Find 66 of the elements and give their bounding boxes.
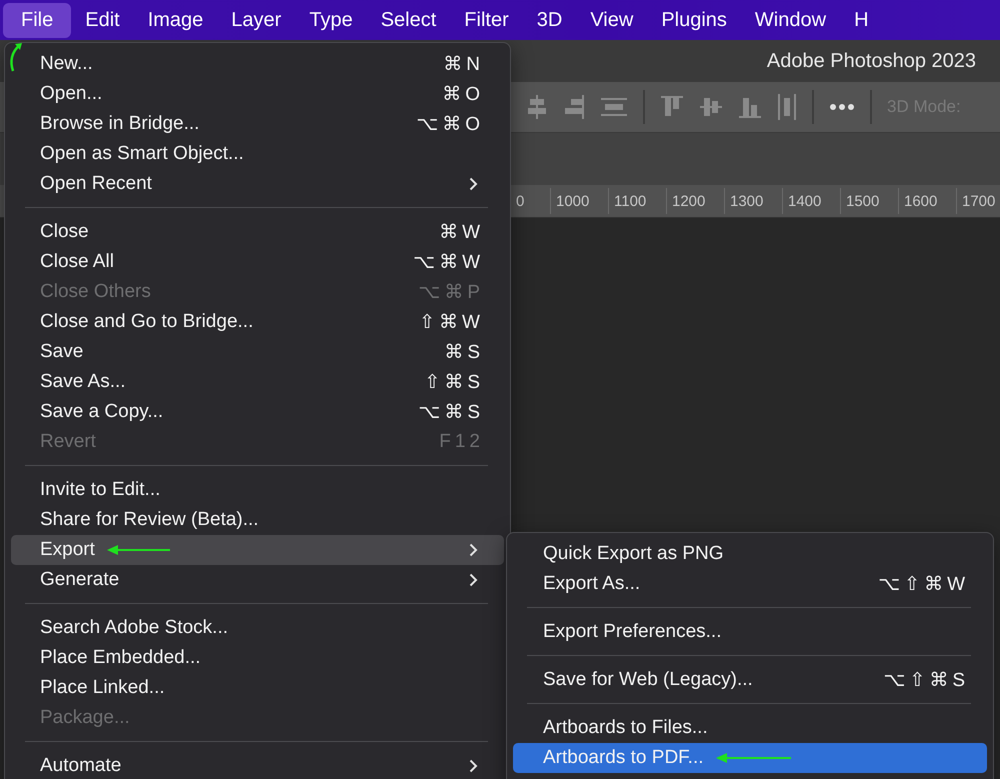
- menu-item[interactable]: Artboards to Files...: [513, 713, 987, 743]
- menu-item[interactable]: Search Adobe Stock...: [11, 613, 504, 643]
- distribute-vertical-icon[interactable]: [600, 97, 628, 117]
- menu-bar-item[interactable]: Layer: [217, 2, 296, 38]
- shortcut-label: ⌥⇧⌘W: [878, 572, 969, 596]
- shortcut-label: F12: [439, 431, 484, 453]
- shortcut-label: ⇧⌘W: [419, 310, 484, 334]
- menu-item[interactable]: Invite to Edit...: [11, 475, 504, 505]
- menu-bar-item[interactable]: Window: [740, 2, 840, 38]
- menu-item[interactable]: Automate: [11, 751, 504, 779]
- ruler-label: 1600: [898, 188, 956, 214]
- menu-item[interactable]: Generate: [11, 565, 504, 595]
- shortcut-label: ⌥⌘W: [413, 250, 484, 274]
- menu-bar-item[interactable]: Plugins: [647, 2, 741, 38]
- ruler-label: 1500: [840, 188, 898, 214]
- shortcut-label: ⌘N: [443, 52, 484, 76]
- menu-item[interactable]: Close ⌘W: [11, 217, 504, 247]
- more-icon[interactable]: [829, 103, 855, 111]
- menu-item[interactable]: Open Recent: [11, 169, 504, 199]
- menu-item[interactable]: Export As... ⌥⇧⌘W: [513, 569, 987, 599]
- ruler-label: 1700: [956, 188, 1000, 214]
- window-title: Adobe Photoshop 2023: [766, 50, 976, 72]
- menu-bar-item[interactable]: Filter: [450, 2, 523, 38]
- ruler-label: 1400: [782, 188, 840, 214]
- distribute-horizontal-icon[interactable]: [777, 93, 797, 121]
- align-middle-icon[interactable]: [699, 95, 723, 119]
- menu-item[interactable]: Save ⌘S: [11, 337, 504, 367]
- menu-item[interactable]: Save a Copy... ⌥⌘S: [11, 397, 504, 427]
- menu-bar-item[interactable]: File: [3, 2, 72, 38]
- shortcut-label: ⌥⇧⌘S: [884, 668, 969, 692]
- menu-item[interactable]: Save for Web (Legacy)... ⌥⇧⌘S: [513, 665, 987, 695]
- menu-bar-item[interactable]: View: [576, 2, 648, 38]
- menu-item[interactable]: Place Embedded...: [11, 643, 504, 673]
- menu-item[interactable]: New... ⌘N: [11, 49, 504, 79]
- menu-item[interactable]: Browse in Bridge... ⌥⌘O: [11, 109, 504, 139]
- menu-bar-item[interactable]: 3D: [522, 2, 576, 38]
- shortcut-label: ⌥⌘O: [416, 112, 484, 136]
- align-right-icon[interactable]: [563, 94, 585, 120]
- ruler-label: 1100: [608, 188, 666, 214]
- menu-bar-item[interactable]: H: [840, 2, 883, 38]
- align-top-icon[interactable]: [660, 95, 684, 119]
- menu-bar-item[interactable]: Type: [295, 2, 367, 38]
- align-bottom-icon[interactable]: [738, 95, 762, 119]
- menu-bar-item[interactable]: Select: [366, 2, 450, 38]
- shortcut-label: ⌘W: [439, 220, 484, 244]
- shortcut-label: ⌥⌘S: [418, 400, 484, 424]
- menu-bar-item[interactable]: Edit: [71, 2, 134, 38]
- menu-item[interactable]: Export: [11, 535, 504, 565]
- menu-item[interactable]: Artboards to PDF...: [513, 743, 987, 773]
- menu-item[interactable]: Share for Review (Beta)...: [11, 505, 504, 535]
- shortcut-label: ⇧⌘S: [424, 370, 484, 394]
- menu-item[interactable]: Place Linked...: [11, 673, 504, 703]
- shortcut-label: ⌘O: [442, 82, 484, 106]
- menu-item[interactable]: Close and Go to Bridge... ⇧⌘W: [11, 307, 504, 337]
- shortcut-label: ⌥⌘P: [418, 280, 484, 304]
- menu-item[interactable]: Open... ⌘O: [11, 79, 504, 109]
- align-center-icon[interactable]: [526, 94, 548, 120]
- ruler-label: 1300: [724, 188, 782, 214]
- menu-item[interactable]: Save As... ⇧⌘S: [11, 367, 504, 397]
- shortcut-label: ⌘S: [444, 340, 484, 364]
- menu-item[interactable]: Quick Export as PNG: [513, 539, 987, 569]
- menu-item[interactable]: Export Preferences...: [513, 617, 987, 647]
- menu-bar-item[interactable]: Image: [134, 2, 218, 38]
- ruler-label: 1000: [550, 188, 608, 214]
- ruler-label: 1200: [666, 188, 724, 214]
- menu-item[interactable]: Close All ⌥⌘W: [11, 247, 504, 277]
